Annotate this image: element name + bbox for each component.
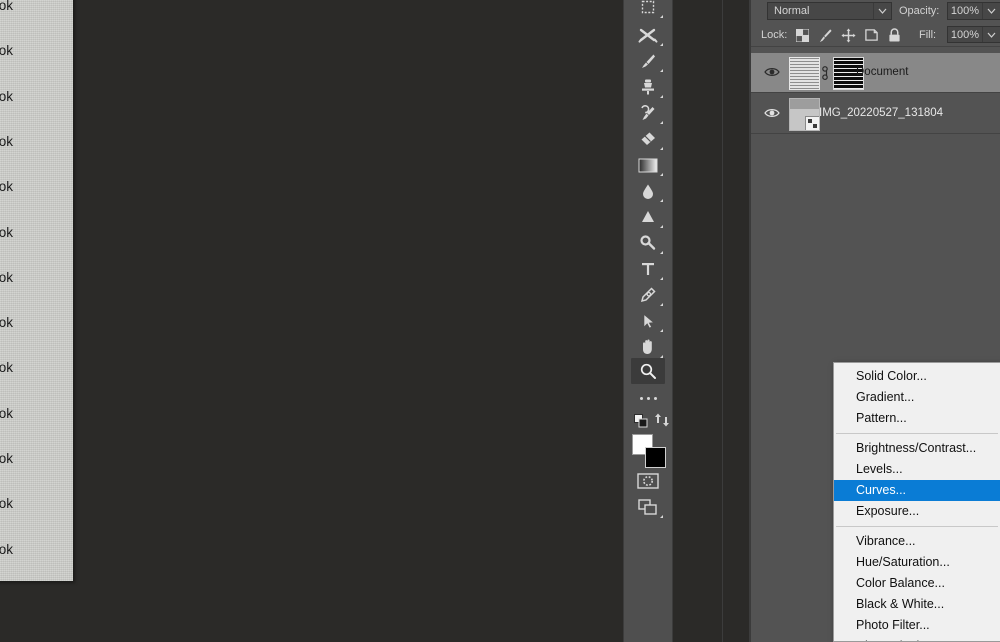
document-text-line: n't look (0, 179, 14, 195)
lock-transparent-pixels-icon[interactable] (794, 27, 811, 43)
fill-value: 100% (950, 28, 980, 41)
chevron-down-icon (982, 3, 1000, 19)
menu-item-exposure[interactable]: Exposure... (834, 501, 1000, 522)
link-icon[interactable] (820, 66, 833, 80)
lock-image-pixels-icon[interactable] (817, 27, 834, 43)
panel-gap-divider (722, 0, 723, 642)
blend-mode-select[interactable]: Normal (767, 2, 892, 20)
document-text-line: n't look (0, 269, 14, 285)
paper-texture (0, 0, 73, 581)
document-text-line: n't look (0, 405, 14, 421)
layer-row-img[interactable]: IMG_20220527_131804 (751, 94, 1000, 134)
menu-item-brightness-contrast[interactable]: Brightness/Contrast... (834, 438, 1000, 459)
photoshop-window: n't look n't look n't look n't look n't look… (0, 0, 1000, 642)
menu-item-hue-saturation[interactable]: Hue/Saturation... (834, 552, 1000, 573)
menu-item-levels[interactable]: Levels... (834, 459, 1000, 480)
thumbnail-image (790, 98, 819, 109)
document-text-line: n't look (0, 541, 14, 557)
clone-stamp-tool[interactable] (631, 74, 665, 100)
blend-mode-value: Normal (774, 5, 810, 17)
lock-position-icon[interactable] (840, 27, 857, 43)
menu-item-color-balance[interactable]: Color Balance... (834, 573, 1000, 594)
opacity-label: Opacity: (899, 5, 940, 17)
color-swatches[interactable] (632, 434, 666, 468)
opacity-value: 100% (950, 5, 980, 17)
lock-all-icon[interactable] (886, 27, 903, 43)
pen-tool[interactable] (631, 282, 665, 308)
healing-brush-tool[interactable] (631, 22, 665, 48)
history-brush-tool[interactable] (631, 100, 665, 126)
chevron-down-icon (982, 27, 1000, 42)
quick-mask-icon[interactable] (631, 468, 665, 494)
document-text-line: n't look (0, 43, 14, 59)
menu-item-curves[interactable]: Curves... (834, 480, 1000, 501)
layer-name: Document (856, 66, 909, 78)
path-selection-tool[interactable] (631, 308, 665, 334)
document-text-line: n't look (0, 451, 14, 466)
lock-label: Lock: (761, 29, 788, 41)
smart-object-badge-icon (805, 115, 819, 130)
menu-item-gradient[interactable]: Gradient... (834, 387, 1000, 408)
layer-name: IMG_20220527_131804 (819, 107, 944, 119)
swap-colors-icon[interactable] (654, 412, 670, 433)
eraser-tool[interactable] (631, 126, 665, 152)
blur-tool[interactable] (631, 178, 665, 204)
blend-mode-row: Normal Opacity: 100% (751, 0, 1000, 22)
layer-thumbnail[interactable] (789, 56, 820, 90)
crop-tool[interactable] (631, 0, 665, 20)
menu-item-solid-color[interactable]: Solid Color... (834, 366, 1000, 387)
canvas-area[interactable]: n't look n't look n't look n't look n't look… (0, 0, 623, 642)
menu-item-vibrance[interactable]: Vibrance... (834, 531, 1000, 552)
document-text-line: n't look (0, 88, 14, 104)
fill-label: Fill: (919, 29, 937, 41)
document-text-line: n't look (0, 496, 14, 512)
opacity-field[interactable]: 100% (947, 2, 1000, 20)
menu-item-black-and-white[interactable]: Black & White... (834, 594, 1000, 615)
chevron-down-icon (873, 3, 891, 19)
smart-object-thumbnail[interactable] (789, 97, 820, 131)
type-tool[interactable] (631, 256, 665, 282)
lock-row: Lock: Fill: 100% (751, 23, 1000, 47)
zoom-tool[interactable] (631, 358, 665, 384)
layer-thumbnails[interactable] (789, 97, 820, 131)
layer-row-document[interactable]: Document (751, 53, 1000, 93)
menu-item-channel-mixer[interactable]: Channel Mixer... (834, 636, 1000, 641)
dodge-tool[interactable] (631, 230, 665, 256)
default-colors-icon[interactable] (634, 414, 648, 433)
edit-toolbar-button[interactable] (631, 388, 665, 408)
brush-tool[interactable] (631, 48, 665, 74)
background-color-swatch[interactable] (645, 447, 666, 468)
gradient-tool[interactable] (631, 152, 665, 178)
menu-item-photo-filter[interactable]: Photo Filter... (834, 615, 1000, 636)
document-text-line: n't look (0, 315, 14, 331)
menu-separator (836, 433, 998, 434)
sharpen-tool[interactable] (631, 204, 665, 230)
fill-field[interactable]: 100% (947, 26, 1000, 43)
document-text-line: n't look (0, 224, 14, 240)
eye-icon[interactable] (764, 106, 780, 120)
menu-item-pattern[interactable]: Pattern... (834, 408, 1000, 429)
menu-separator (836, 526, 998, 527)
hand-tool[interactable] (631, 334, 665, 360)
document-canvas[interactable]: n't look n't look n't look n't look n't look… (0, 0, 73, 581)
eye-icon[interactable] (764, 65, 780, 79)
toolbar-right-divider (672, 0, 673, 642)
screen-mode-icon[interactable] (631, 494, 665, 520)
document-text-line: n't look (0, 0, 14, 13)
new-adjustment-layer-menu[interactable]: Solid Color... Gradient... Pattern... Brigh… (833, 362, 1000, 642)
lock-artboard-nesting-icon[interactable] (863, 27, 880, 43)
document-text-line: n't look (0, 360, 14, 376)
tools-panel[interactable] (624, 0, 673, 642)
layer-thumbnails[interactable] (789, 56, 864, 90)
document-text-line: n't look (0, 133, 14, 149)
